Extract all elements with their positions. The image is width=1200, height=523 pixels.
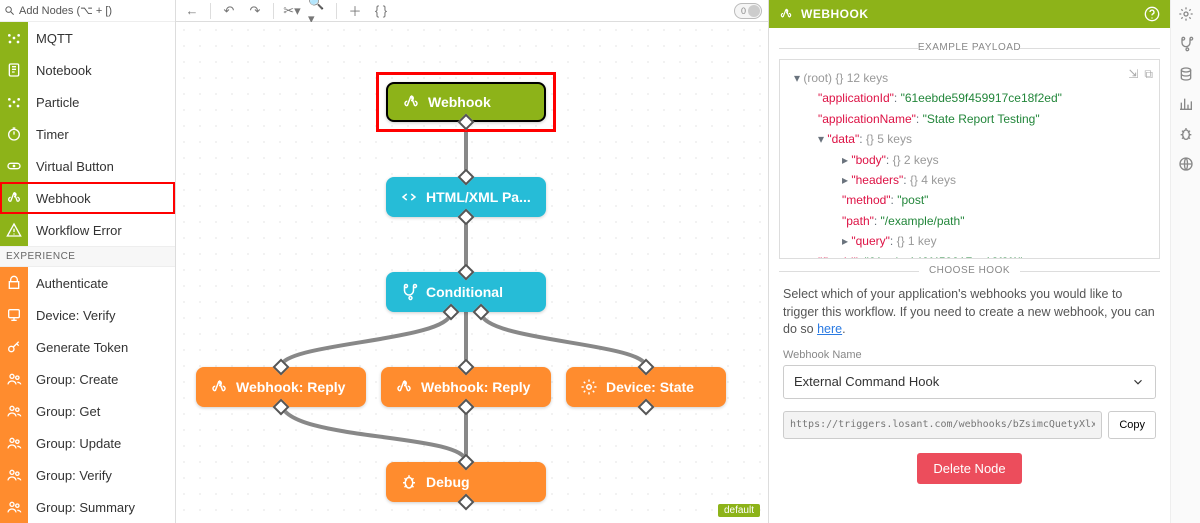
palette-section-experience: EXPERIENCE	[0, 246, 175, 267]
detail-header: WEBHOOK	[769, 0, 1170, 28]
error-icon	[0, 214, 28, 246]
webhook-icon	[0, 182, 28, 214]
palette-node-list: MQTT Notebook Particle Timer Virtual But…	[0, 22, 175, 523]
webhook-icon	[402, 93, 420, 111]
mqtt-icon	[0, 22, 28, 54]
palette-item-particle[interactable]: Particle	[0, 86, 175, 118]
palette-item-mqtt[interactable]: MQTT	[0, 22, 175, 54]
detail-title: WEBHOOK	[801, 7, 869, 21]
palette-item-group-summary[interactable]: Group: Summary	[0, 491, 175, 523]
choose-hook-label: CHOOSE HOOK	[769, 265, 1170, 276]
example-payload-label: EXAMPLE PAYLOAD	[769, 42, 1170, 53]
palette-item-generate-token[interactable]: Generate Token	[0, 331, 175, 363]
palette-item-notebook[interactable]: Notebook	[0, 54, 175, 86]
group-icon	[0, 491, 28, 523]
chevron-down-icon	[1131, 375, 1145, 389]
webhook-icon	[779, 7, 793, 21]
group-icon	[0, 427, 28, 459]
canvas-area: ← ↶ ↷ ✂▾ 🔍▾ ＋ { } 0 Webhook	[176, 0, 768, 523]
chart-icon[interactable]	[1178, 96, 1194, 112]
group-icon	[0, 459, 28, 491]
webhook-name-label: Webhook Name	[769, 349, 1170, 361]
help-icon[interactable]	[1144, 6, 1160, 22]
gear-icon	[580, 378, 598, 396]
database-icon[interactable]	[1178, 66, 1194, 82]
choose-hook-description: Select which of your application's webho…	[769, 282, 1170, 349]
group-icon	[0, 395, 28, 427]
group-icon	[0, 363, 28, 395]
palette-item-authenticate[interactable]: Authenticate	[0, 267, 175, 299]
notebook-icon	[0, 54, 28, 86]
timer-icon	[0, 118, 28, 150]
palette-item-group-create[interactable]: Group: Create	[0, 363, 175, 395]
debug-toggle[interactable]: 0	[734, 3, 762, 19]
branch-icon	[400, 283, 418, 301]
palette-item-group-verify[interactable]: Group: Verify	[0, 459, 175, 491]
palette-item-timer[interactable]: Timer	[0, 118, 175, 150]
brackets-button[interactable]: { }	[371, 2, 391, 20]
particle-icon	[0, 86, 28, 118]
palette-item-device-verify[interactable]: Device: Verify	[0, 299, 175, 331]
palette-search-placeholder: Add Nodes (⌥ + [)	[19, 4, 112, 17]
bug-icon[interactable]	[1178, 126, 1194, 142]
undo-button[interactable]: ↶	[219, 2, 239, 20]
default-version-badge: default	[718, 504, 760, 517]
workflow-canvas[interactable]: Webhook HTML/XML Pa... Conditional Webho…	[176, 22, 768, 523]
add-button[interactable]: ＋	[345, 2, 365, 20]
settings-icon[interactable]	[1178, 6, 1194, 22]
code-icon	[400, 188, 418, 206]
webhook-name-select[interactable]: External Command Hook	[783, 365, 1156, 399]
device-icon	[0, 299, 28, 331]
palette-search-bar: Add Nodes (⌥ + [)	[0, 0, 175, 22]
webhook-url-field[interactable]	[783, 411, 1102, 439]
palette-item-workflow-error[interactable]: Workflow Error	[0, 214, 175, 246]
node-palette: Add Nodes (⌥ + [) MQTT Notebook Particle…	[0, 0, 176, 523]
cut-button[interactable]: ✂▾	[282, 2, 302, 20]
bug-icon	[400, 473, 418, 491]
auth-icon	[0, 267, 28, 299]
webhook-icon	[395, 378, 413, 396]
zoom-button[interactable]: 🔍▾	[308, 2, 328, 20]
button-icon	[0, 150, 28, 182]
palette-item-group-get[interactable]: Group: Get	[0, 395, 175, 427]
copy-icon[interactable]: ⧉	[1144, 64, 1153, 84]
webhook-icon	[210, 378, 228, 396]
copy-url-button[interactable]: Copy	[1108, 411, 1156, 439]
delete-node-button[interactable]: Delete Node	[917, 453, 1021, 484]
redo-button[interactable]: ↷	[245, 2, 265, 20]
node-detail-panel: WEBHOOK EXAMPLE PAYLOAD ⇲⧉ ▾ (root) {} 1…	[768, 0, 1170, 523]
create-webhook-link[interactable]: here	[817, 322, 842, 336]
key-icon	[0, 331, 28, 363]
palette-item-webhook[interactable]: Webhook	[0, 182, 175, 214]
back-button[interactable]: ←	[182, 2, 202, 20]
canvas-toolbar: ← ↶ ↷ ✂▾ 🔍▾ ＋ { } 0	[176, 0, 768, 22]
example-payload-json[interactable]: ⇲⧉ ▾ (root) {} 12 keys "applicationId": …	[779, 59, 1160, 259]
palette-item-group-update[interactable]: Group: Update	[0, 427, 175, 459]
globe-icon[interactable]	[1178, 156, 1194, 172]
palette-search-input[interactable]: Add Nodes (⌥ + [)	[4, 4, 171, 17]
right-icon-rail	[1170, 0, 1200, 523]
palette-item-virtual-button[interactable]: Virtual Button	[0, 150, 175, 182]
search-icon	[4, 5, 15, 16]
git-branch-icon[interactable]	[1178, 36, 1194, 52]
expand-icon[interactable]: ⇲	[1128, 64, 1138, 84]
